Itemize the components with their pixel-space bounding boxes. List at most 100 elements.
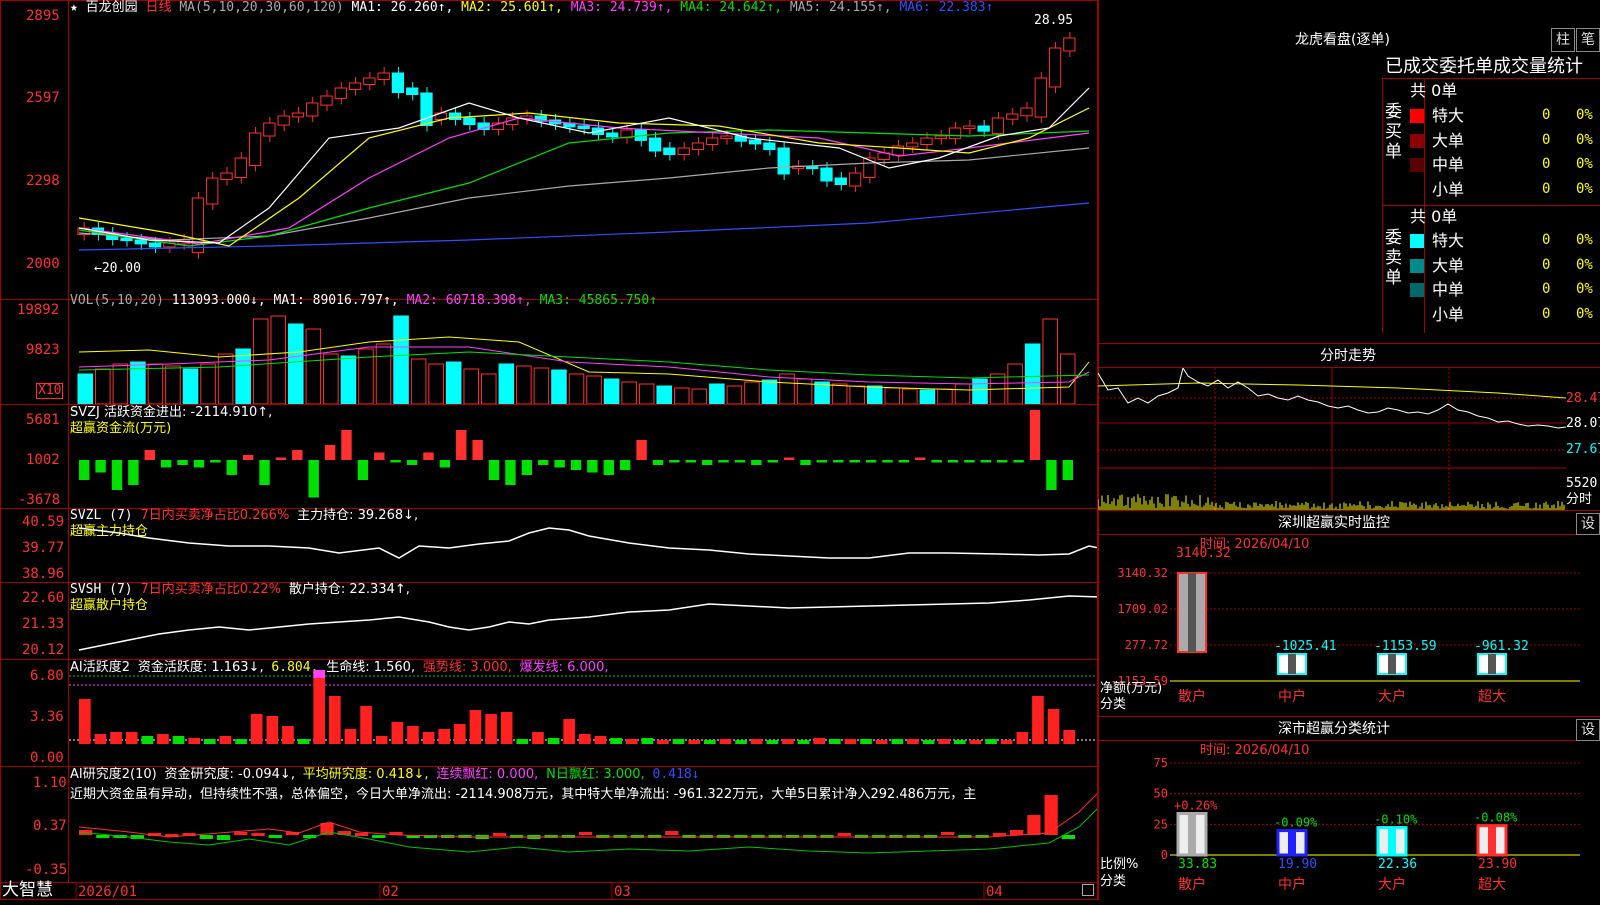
volume-bar — [411, 359, 426, 404]
ai-research-chart[interactable] — [69, 767, 1097, 882]
research-bar — [96, 835, 109, 838]
activity-bar — [563, 719, 575, 744]
vol-ma1: MA1: 89016.797↑, — [274, 293, 399, 308]
classification-change-label: -0.10% — [1374, 813, 1418, 827]
intraday-price-high: 28.47 — [1566, 391, 1600, 407]
volume-bar — [1025, 344, 1040, 404]
activity-bar — [345, 729, 357, 744]
ai-red-line — [79, 782, 1097, 837]
research-bar — [838, 833, 851, 836]
svsh-chart[interactable] — [69, 582, 1097, 659]
activity-bar — [188, 738, 200, 744]
monitor-y-axis-label: 净额(万元) — [1100, 681, 1162, 697]
activity-bar — [1063, 730, 1075, 744]
candle — [207, 178, 218, 204]
candle — [1049, 48, 1060, 87]
period-label[interactable]: 日线 — [146, 0, 172, 15]
flow-bar — [79, 460, 89, 480]
sell-total: 共 0单 — [1410, 207, 1457, 227]
ma5-line — [79, 148, 1089, 240]
order-pct: 0% — [1576, 132, 1593, 148]
svzj-chart[interactable] — [69, 405, 1097, 508]
flow-bar — [833, 460, 843, 463]
flow-bar — [243, 455, 253, 460]
intraday-price-mid: 28.07 — [1566, 416, 1600, 432]
candle — [649, 138, 660, 151]
volume-bar — [832, 384, 847, 404]
activity-bar — [235, 739, 247, 744]
volume-bar — [692, 389, 707, 404]
classification-title: 深市超赢分类统计 — [1278, 721, 1390, 737]
activity-bar — [360, 706, 372, 744]
candle — [907, 143, 918, 147]
volume-bar — [973, 379, 988, 404]
activity-bar — [251, 714, 263, 744]
candle — [121, 238, 132, 241]
flow-bar — [751, 460, 761, 465]
activity-bar — [907, 739, 919, 744]
volume-bar — [569, 374, 584, 404]
monitor-value-label: -1153.59 — [1374, 639, 1437, 654]
order-count: 0 — [1542, 132, 1550, 148]
svzl-chart[interactable] — [69, 508, 1097, 582]
activity-bar — [954, 740, 966, 744]
y-tick: 6.80 — [30, 668, 64, 684]
order-count: 0 — [1542, 306, 1550, 322]
flow-bar — [653, 460, 663, 465]
volume-bar — [850, 386, 865, 404]
lock-icon[interactable] — [1082, 884, 1094, 896]
activity-bar — [642, 738, 654, 744]
monitor-category-label: 中户 — [1278, 688, 1306, 705]
research-bar — [355, 833, 368, 836]
monitor-bar-shade — [1288, 654, 1296, 674]
y-tick: 22.60 — [22, 590, 64, 606]
classification-bar-shade — [1488, 826, 1496, 855]
volume-bar — [657, 386, 672, 404]
monitor-x-axis-label: 分类 — [1100, 697, 1126, 713]
flow-bar — [997, 460, 1007, 463]
candle — [749, 140, 760, 144]
candle — [992, 118, 1003, 134]
classification-settings-button[interactable]: 设 — [1576, 719, 1600, 741]
activity-bar — [485, 714, 497, 744]
flow-bar — [702, 460, 712, 465]
intraday-chart[interactable] — [1098, 368, 1566, 510]
volume-bar — [464, 369, 479, 404]
candle — [821, 168, 832, 181]
volume-bar — [955, 384, 970, 404]
volume-bar — [446, 362, 461, 404]
volume-bar — [253, 319, 268, 404]
flow-bar — [587, 460, 597, 473]
candle — [149, 243, 160, 247]
flow-bar — [686, 460, 696, 463]
activity-bar — [782, 739, 794, 744]
candle — [949, 128, 960, 138]
research-bar — [1027, 815, 1040, 835]
research-bar — [200, 835, 213, 839]
flow-bar — [374, 453, 384, 461]
volume-chart[interactable] — [69, 312, 1097, 404]
candlestick-chart[interactable] — [69, 18, 1097, 298]
candle — [307, 103, 318, 116]
candle — [864, 158, 875, 178]
volume-bar — [903, 389, 918, 404]
ai-active-chart[interactable] — [69, 660, 1097, 766]
candle — [692, 143, 703, 150]
activity-bar — [95, 734, 107, 744]
candle — [1064, 38, 1075, 51]
legend-swatch — [1410, 283, 1424, 297]
ma5-value: MA5: 24.155↑, — [790, 0, 892, 15]
activity-bar — [610, 738, 622, 744]
intraday-vol-label: 分时 — [1566, 492, 1592, 508]
activity-bar — [1017, 732, 1029, 744]
activity-bar — [673, 739, 685, 744]
volume-bar — [324, 354, 339, 404]
candle — [449, 113, 460, 120]
volume-bar — [517, 366, 532, 404]
research-bar — [269, 835, 282, 838]
flow-bar — [718, 460, 728, 463]
stock-name[interactable]: 百龙创园 — [86, 0, 138, 15]
flow-bar — [1030, 410, 1040, 460]
monitor-settings-button[interactable]: 设 — [1576, 513, 1600, 535]
volume-bar — [534, 368, 549, 404]
